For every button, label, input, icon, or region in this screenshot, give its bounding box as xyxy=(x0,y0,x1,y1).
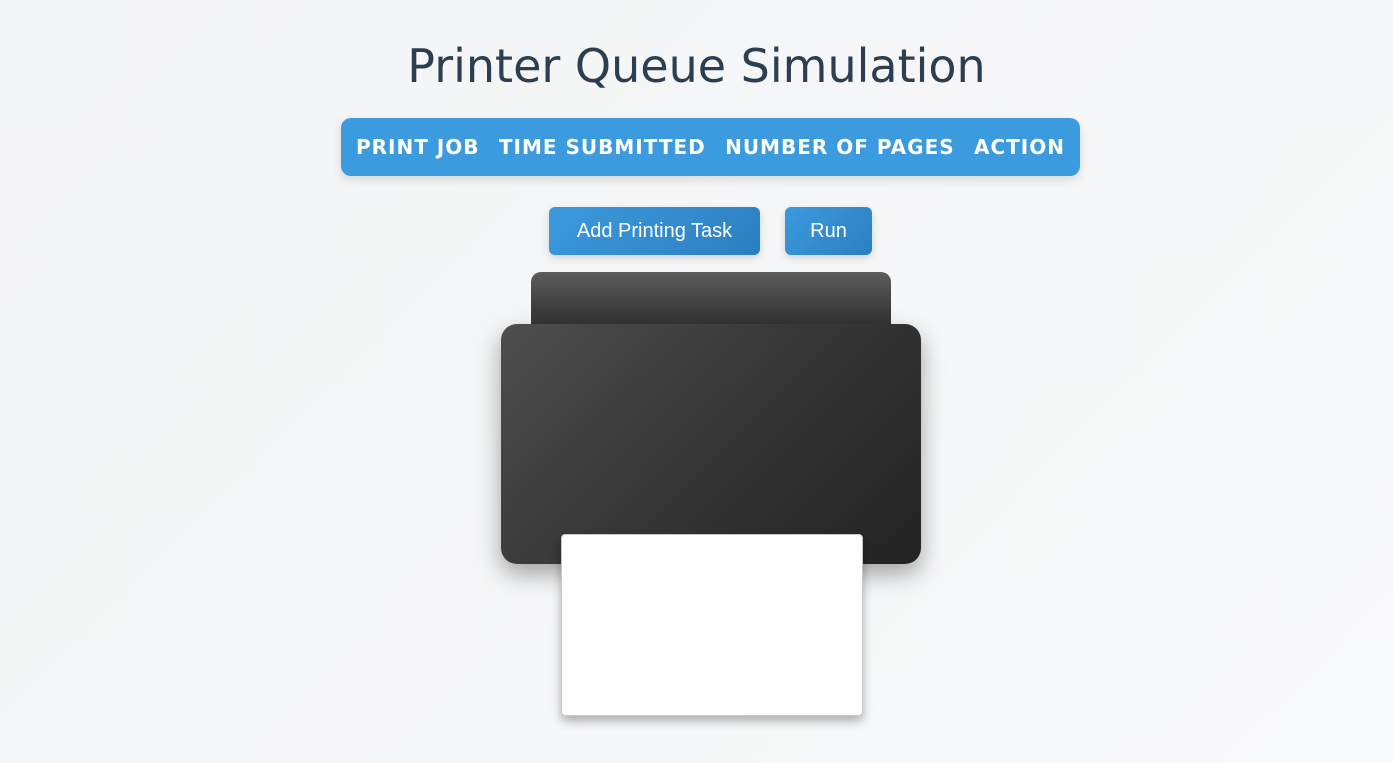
column-header-time-submitted: Time Submitted xyxy=(498,135,706,159)
queue-table-header: Print Job Time Submitted Number of Pages… xyxy=(341,118,1080,176)
run-button[interactable]: Run xyxy=(785,207,872,255)
column-header-print-job: Print Job xyxy=(356,135,480,159)
column-header-action: Action xyxy=(973,135,1065,159)
printer-body xyxy=(501,324,921,564)
column-header-number-of-pages: Number of Pages xyxy=(725,135,955,159)
page-title: Printer Queue Simulation xyxy=(407,39,986,93)
printed-paper-sheet xyxy=(561,534,863,716)
add-printing-task-button[interactable]: Add Printing Task xyxy=(549,207,760,255)
